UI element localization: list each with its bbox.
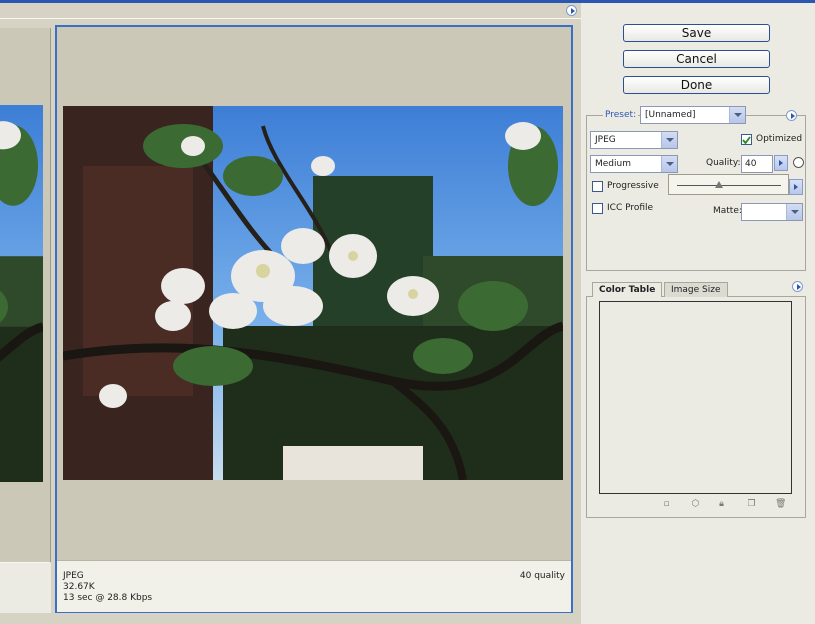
new-color-icon[interactable]: ❐ (746, 499, 757, 510)
preview-info: JPEG 32.67K 13 sec @ 28.8 Kbps 40 qualit… (57, 560, 571, 612)
matte-select[interactable] (741, 203, 803, 221)
chevron-down-icon (661, 156, 677, 172)
preview-quality: 40 quality (519, 571, 565, 581)
chevron-down-icon (661, 132, 677, 148)
trash-icon[interactable]: 🗑︎ (775, 499, 786, 510)
web-shift-icon[interactable]: ⬡ (690, 499, 701, 510)
save-button[interactable]: Save (623, 24, 770, 42)
preview-frame-optimized[interactable]: JPEG 32.67K 13 sec @ 28.8 Kbps 40 qualit… (55, 25, 573, 613)
color-table-swatches[interactable] (599, 301, 792, 494)
preset-value: [Unnamed] (645, 110, 696, 120)
color-table-menu-arrow-icon[interactable] (792, 281, 803, 292)
quality-slider-track (677, 185, 781, 186)
preview-menu-arrow-icon[interactable] (566, 5, 577, 16)
matte-label: Matte: (713, 206, 742, 216)
quality-modifier-icon[interactable] (793, 157, 804, 168)
settings-menu-arrow-icon[interactable] (786, 110, 797, 121)
format-select[interactable]: JPEG (590, 131, 678, 149)
cancel-button[interactable]: Cancel (623, 50, 770, 68)
format-value: JPEG (595, 135, 616, 145)
quality-slider-thumb-icon[interactable] (715, 181, 723, 188)
preview-area-topline (0, 18, 581, 19)
preview-frame-original[interactable] (0, 28, 51, 613)
lock-color-icon[interactable]: 🔒︎ (716, 499, 727, 510)
done-button[interactable]: Done (623, 76, 770, 94)
preview-image (63, 106, 563, 480)
original-info-area (0, 563, 51, 613)
preview-format: JPEG (63, 571, 84, 581)
quality-level-value: Medium (595, 159, 631, 169)
chevron-down-icon (786, 204, 802, 220)
preset-select[interactable]: [Unnamed] (640, 106, 746, 124)
optimized-label: Optimized (756, 134, 803, 144)
checkmark-icon (742, 136, 751, 145)
quality-input[interactable]: 40 (741, 155, 773, 173)
optimized-checkbox[interactable] (741, 134, 752, 145)
progressive-checkbox[interactable] (592, 181, 603, 192)
quality-slider-popup[interactable] (668, 174, 789, 195)
progressive-label: Progressive (607, 181, 659, 191)
original-image-crop (0, 105, 43, 482)
map-transparency-icon[interactable]: ▫ (661, 499, 672, 510)
quality-slider-arrow-icon[interactable] (774, 155, 788, 171)
preview-size: 32.67K (63, 582, 95, 592)
icc-profile-checkbox[interactable] (592, 203, 603, 214)
blur-arrow-icon[interactable] (789, 179, 803, 195)
chevron-down-icon (729, 107, 745, 123)
quality-level-select[interactable]: Medium (590, 155, 678, 173)
quality-label: Quality: (706, 158, 741, 168)
preset-label: Preset: (603, 110, 639, 120)
preview-download-time: 13 sec @ 28.8 Kbps (63, 593, 153, 603)
icc-profile-label: ICC Profile (607, 203, 654, 213)
tab-image-size[interactable]: Image Size (664, 282, 728, 297)
tab-color-table[interactable]: Color Table (592, 282, 663, 297)
